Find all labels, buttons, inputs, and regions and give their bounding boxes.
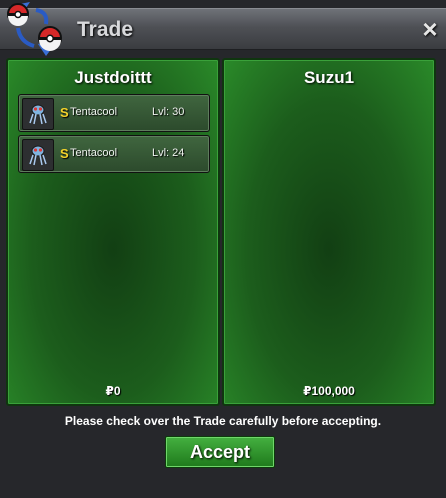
shiny-badge: S bbox=[60, 146, 69, 161]
right-trade-panel: Suzu1 ₽100,000 bbox=[222, 58, 436, 406]
trade-logo-icon bbox=[7, 2, 62, 56]
pokemon-level: Lvl: 24 bbox=[152, 147, 185, 159]
trade-item[interactable]: S Tentacool Lvl: 24 bbox=[18, 135, 210, 173]
pokemon-level: Lvl: 30 bbox=[152, 106, 185, 118]
trade-notice: Please check over the Trade carefully be… bbox=[64, 414, 382, 428]
trade-item[interactable]: S Tentacool Lvl: 30 bbox=[18, 94, 210, 132]
trade-window: Trade × Justdoittt S Tentacool Lvl: 30 S… bbox=[0, 0, 446, 498]
window-title: Trade bbox=[77, 18, 134, 41]
left-player-name: Justdoittt bbox=[74, 68, 152, 87]
pokemon-name: Tentacool bbox=[70, 147, 118, 159]
left-trade-panel: Justdoittt S Tentacool Lvl: 30 S Tentaco… bbox=[6, 58, 220, 406]
right-money-offer: ₽100,000 bbox=[303, 384, 355, 398]
close-button[interactable]: × bbox=[418, 15, 442, 43]
shiny-badge: S bbox=[60, 105, 69, 120]
left-money-offer: ₽0 bbox=[105, 384, 121, 398]
pokemon-sprite-icon bbox=[22, 98, 54, 130]
pokemon-name: Tentacool bbox=[70, 106, 118, 118]
right-player-name: Suzu1 bbox=[303, 68, 355, 87]
accept-button[interactable]: Accept bbox=[165, 436, 275, 468]
pokemon-sprite-icon bbox=[22, 139, 54, 171]
